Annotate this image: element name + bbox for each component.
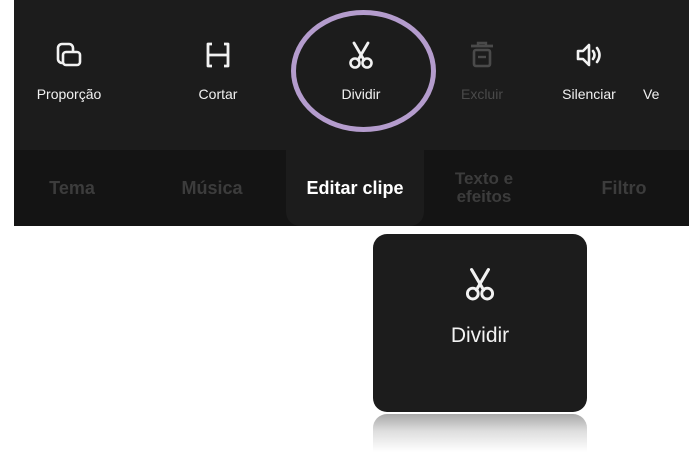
excluir-button[interactable]: Excluir — [437, 40, 527, 120]
tab-tema[interactable]: Tema — [32, 150, 112, 226]
cortar-label: Cortar — [198, 86, 238, 102]
aspect-ratio-icon — [54, 40, 84, 70]
tab-filtro[interactable]: Filtro — [584, 150, 664, 226]
velocidade-button-partial[interactable]: Ve — [643, 40, 689, 120]
proporcao-label: Proporção — [36, 86, 102, 102]
zoom-dividir-label: Dividir — [450, 324, 510, 347]
tab-musica[interactable]: Música — [162, 150, 262, 226]
scissors-icon — [462, 266, 498, 302]
edit-toolbar: Proporção Cortar Dividir Excluir Silenci — [14, 0, 689, 150]
highlight-circle — [291, 10, 436, 132]
tab-texto-efeitos-line1: Texto e — [454, 169, 514, 188]
silenciar-label: Silenciar — [562, 86, 616, 102]
proporcao-button[interactable]: Proporção — [24, 40, 114, 120]
velocidade-label-partial: Ve — [643, 86, 660, 102]
callout-reflection — [373, 414, 587, 452]
tab-texto-efeitos-line2: efeitos — [456, 187, 512, 206]
video-editor-panel: Proporção Cortar Dividir Excluir Silenci — [14, 0, 689, 226]
tab-editar-clipe[interactable]: Editar clipe — [286, 150, 424, 226]
tab-bar: Tema Música Editar clipe Texto e efeitos… — [14, 150, 689, 226]
trash-icon — [467, 40, 497, 70]
speaker-icon — [574, 40, 604, 70]
tab-texto-efeitos[interactable]: Texto e efeitos — [434, 150, 534, 226]
silenciar-button[interactable]: Silenciar — [544, 40, 634, 120]
trim-icon — [203, 40, 233, 70]
excluir-label: Excluir — [460, 86, 503, 102]
cortar-button[interactable]: Cortar — [173, 40, 263, 120]
dividir-zoom-callout: Dividir — [373, 234, 587, 412]
